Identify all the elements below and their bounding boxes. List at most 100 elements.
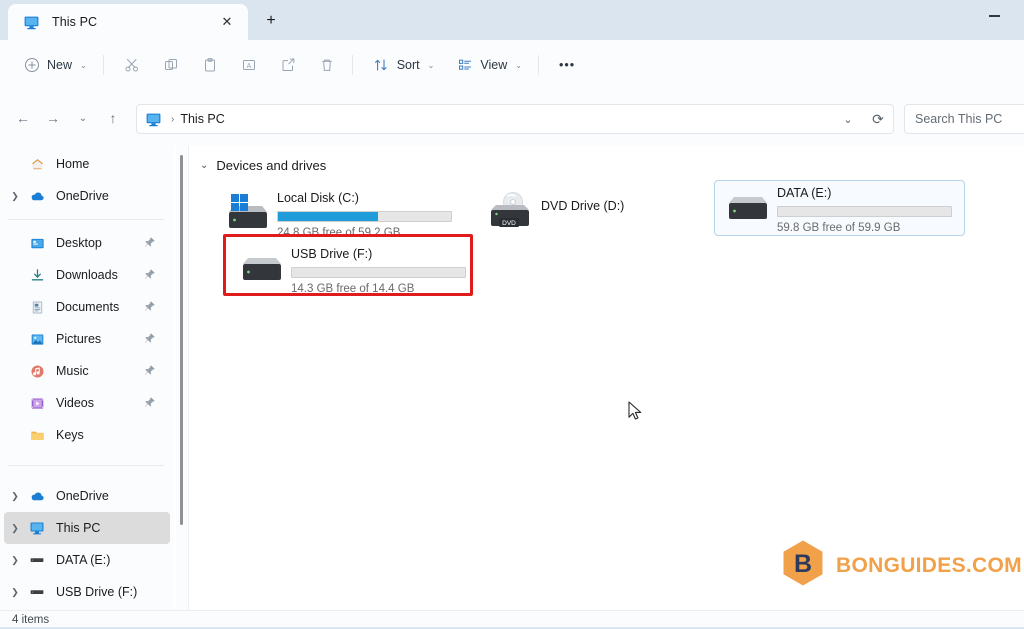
- drive-item-local-disk-c[interactable]: Local Disk (C:) 24.8 GB free of 59.2 GB: [215, 186, 463, 242]
- home-icon: [26, 157, 48, 172]
- more-options-button[interactable]: •••: [550, 49, 584, 81]
- close-icon[interactable]: ✕: [218, 13, 236, 31]
- sidebar-item-this-pc[interactable]: ❯ This PC: [4, 512, 170, 544]
- pin-icon[interactable]: [143, 332, 156, 345]
- minimize-button[interactable]: [972, 0, 1016, 32]
- download-icon: [26, 268, 48, 283]
- sidebar-item-videos[interactable]: Videos: [4, 387, 170, 419]
- sidebar-item-label: Videos: [56, 396, 94, 410]
- sidebar-scrollbar-thumb[interactable]: [180, 155, 183, 525]
- view-label: View: [480, 58, 508, 72]
- sidebar-item-home[interactable]: Home: [4, 148, 170, 180]
- pin-icon[interactable]: [143, 268, 156, 281]
- sidebar-item-music[interactable]: Music: [4, 355, 170, 387]
- item-count-label: 4 items: [12, 614, 50, 626]
- chevron-right-icon[interactable]: ❯: [4, 491, 26, 502]
- address-bar[interactable]: › This PC ⌄ ⟳: [136, 104, 894, 134]
- folder-icon: [26, 428, 48, 443]
- drive-name: DATA (E:): [777, 186, 832, 200]
- sidebar-item-label: OneDrive: [56, 489, 109, 503]
- chevron-down-icon[interactable]: ⌄: [200, 160, 208, 171]
- sidebar-item-onedrive-2[interactable]: ❯ OneDrive: [4, 480, 170, 512]
- tab-label: This PC: [52, 15, 98, 29]
- bonguides-watermark: B BONGUIDES.COM: [781, 539, 1022, 592]
- music-icon: [26, 364, 48, 379]
- sidebar-item-label: OneDrive: [56, 189, 109, 203]
- drive-item-dvd-drive-d[interactable]: DVD DVD Drive (D:): [479, 186, 727, 242]
- sort-button[interactable]: Sort ⌄: [364, 49, 444, 81]
- sidebar-item-pictures[interactable]: Pictures: [4, 323, 170, 355]
- copy-button[interactable]: [154, 49, 189, 81]
- pictures-icon: [26, 332, 48, 347]
- paste-button[interactable]: [193, 49, 228, 81]
- sidebar-item-onedrive[interactable]: ❯ OneDrive: [4, 180, 170, 212]
- search-box[interactable]: Search This PC: [904, 104, 1024, 134]
- this-pc-icon: [145, 110, 163, 128]
- chevron-down-icon: ⌄: [515, 60, 522, 70]
- forward-button[interactable]: →: [38, 103, 68, 133]
- back-button[interactable]: ←: [8, 103, 38, 133]
- chevron-right-icon[interactable]: ❯: [4, 555, 26, 566]
- sidebar-item-documents[interactable]: Documents: [4, 291, 170, 323]
- sidebar-divider-2: [8, 465, 164, 466]
- group-title: Devices and drives: [216, 158, 327, 173]
- drive-icon: [26, 584, 48, 600]
- bonguides-wordmark: BONGUIDES.COM: [836, 553, 1022, 577]
- clipboard-icon: [202, 57, 219, 74]
- scissors-icon: [124, 57, 141, 74]
- plus-circle-icon: [23, 57, 40, 74]
- documents-icon: [26, 300, 48, 315]
- sidebar-item-keys[interactable]: Keys: [4, 419, 170, 451]
- up-button[interactable]: ↑: [98, 103, 128, 133]
- chevron-down-icon: ⌄: [427, 60, 435, 70]
- svg-text:A: A: [247, 63, 252, 70]
- chevron-right-icon[interactable]: ❯: [4, 191, 26, 202]
- new-tab-icon[interactable]: +: [258, 10, 284, 32]
- delete-button[interactable]: [310, 49, 345, 81]
- rename-icon: A: [241, 57, 258, 74]
- drive-free-space: 59.8 GB free of 59.9 GB: [777, 222, 901, 234]
- file-explorer-window: This PC ✕ + New ⌄ A Sort ⌄ View ⌄ ••• ← …: [0, 0, 1024, 629]
- drive-usage-bar: [777, 206, 952, 217]
- drive-usage-bar: [291, 267, 466, 278]
- recent-locations-button[interactable]: ⌄: [68, 103, 98, 133]
- rename-button[interactable]: A: [232, 49, 267, 81]
- chevron-right-icon[interactable]: ❯: [4, 523, 26, 534]
- pin-icon[interactable]: [143, 236, 156, 249]
- dvd-drive-icon: DVD: [485, 190, 537, 236]
- drive-item-usb-drive-f[interactable]: USB Drive (F:) 14.3 GB free of 14.4 GB: [229, 242, 477, 298]
- trash-icon: [319, 57, 336, 74]
- sidebar-item-data-e[interactable]: ❯ DATA (E:): [4, 544, 170, 576]
- breadcrumb[interactable]: This PC: [180, 112, 224, 126]
- search-placeholder: Search This PC: [915, 112, 1003, 126]
- sidebar-divider-1: [8, 219, 164, 220]
- drive-usage-fill: [278, 212, 379, 221]
- windows-drive-icon: [221, 190, 273, 236]
- sidebar-item-downloads[interactable]: Downloads: [4, 259, 170, 291]
- toolbar-divider-2: [351, 55, 353, 75]
- drive-name: Local Disk (C:): [277, 191, 359, 205]
- devices-and-drives-group-header[interactable]: ⌄ Devices and drives: [200, 158, 326, 173]
- cut-button[interactable]: [115, 49, 150, 81]
- pin-icon[interactable]: [143, 364, 156, 377]
- sidebar-item-usb-drive-f[interactable]: ❯ USB Drive (F:): [4, 576, 170, 608]
- toolbar-divider: [102, 55, 104, 75]
- videos-icon: [26, 396, 48, 411]
- sidebar-item-desktop[interactable]: Desktop: [4, 227, 170, 259]
- address-dropdown-icon[interactable]: ⌄: [833, 105, 863, 133]
- drive-free-space: 14.3 GB free of 14.4 GB: [291, 283, 415, 295]
- drive-item-data-e[interactable]: DATA (E:) 59.8 GB free of 59.9 GB: [714, 180, 965, 236]
- navigation-pane: Home ❯ OneDrive Desktop Downloads Docume…: [0, 146, 174, 610]
- view-button[interactable]: View ⌄: [447, 49, 531, 81]
- hard-drive-icon: [721, 185, 773, 231]
- pin-icon[interactable]: [143, 396, 156, 409]
- command-bar: New ⌄ A Sort ⌄ View ⌄ •••: [0, 40, 1024, 90]
- new-button[interactable]: New ⌄: [14, 49, 96, 81]
- share-button[interactable]: [271, 49, 306, 81]
- tab-this-pc[interactable]: This PC ✕: [8, 4, 248, 40]
- refresh-icon[interactable]: ⟳: [863, 105, 893, 133]
- more-icon: •••: [558, 58, 576, 72]
- pin-icon[interactable]: [143, 300, 156, 313]
- bonguides-hex-logo-icon: B: [781, 539, 825, 592]
- chevron-right-icon[interactable]: ❯: [4, 587, 26, 598]
